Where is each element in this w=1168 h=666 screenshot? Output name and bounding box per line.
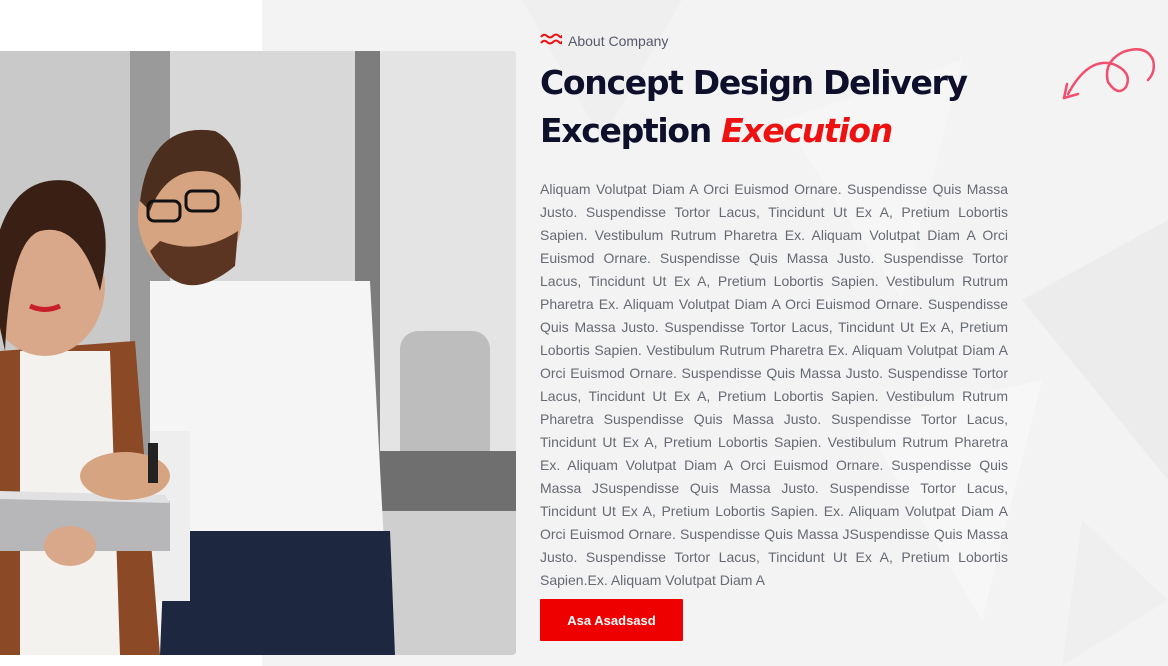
title-accent: Execution — [721, 111, 893, 150]
wave-icon — [540, 32, 563, 51]
section-title: Concept Design Delivery Exception Execut… — [540, 59, 1010, 155]
title-line-1: Concept Design Delivery — [540, 63, 968, 102]
about-eyebrow: About Company — [540, 32, 1010, 50]
cta-button[interactable]: Asa Asadsasd — [540, 599, 683, 641]
team-photo — [0, 51, 516, 655]
about-content: About Company Concept Design Delivery Ex… — [540, 32, 1010, 592]
title-line-2: Exception — [540, 111, 712, 150]
about-description: Aliquam Volutpat Diam A Orci Euismod Orn… — [540, 181, 1008, 588]
curly-arrow-icon — [1058, 42, 1158, 109]
eyebrow-label: About Company — [568, 33, 669, 49]
